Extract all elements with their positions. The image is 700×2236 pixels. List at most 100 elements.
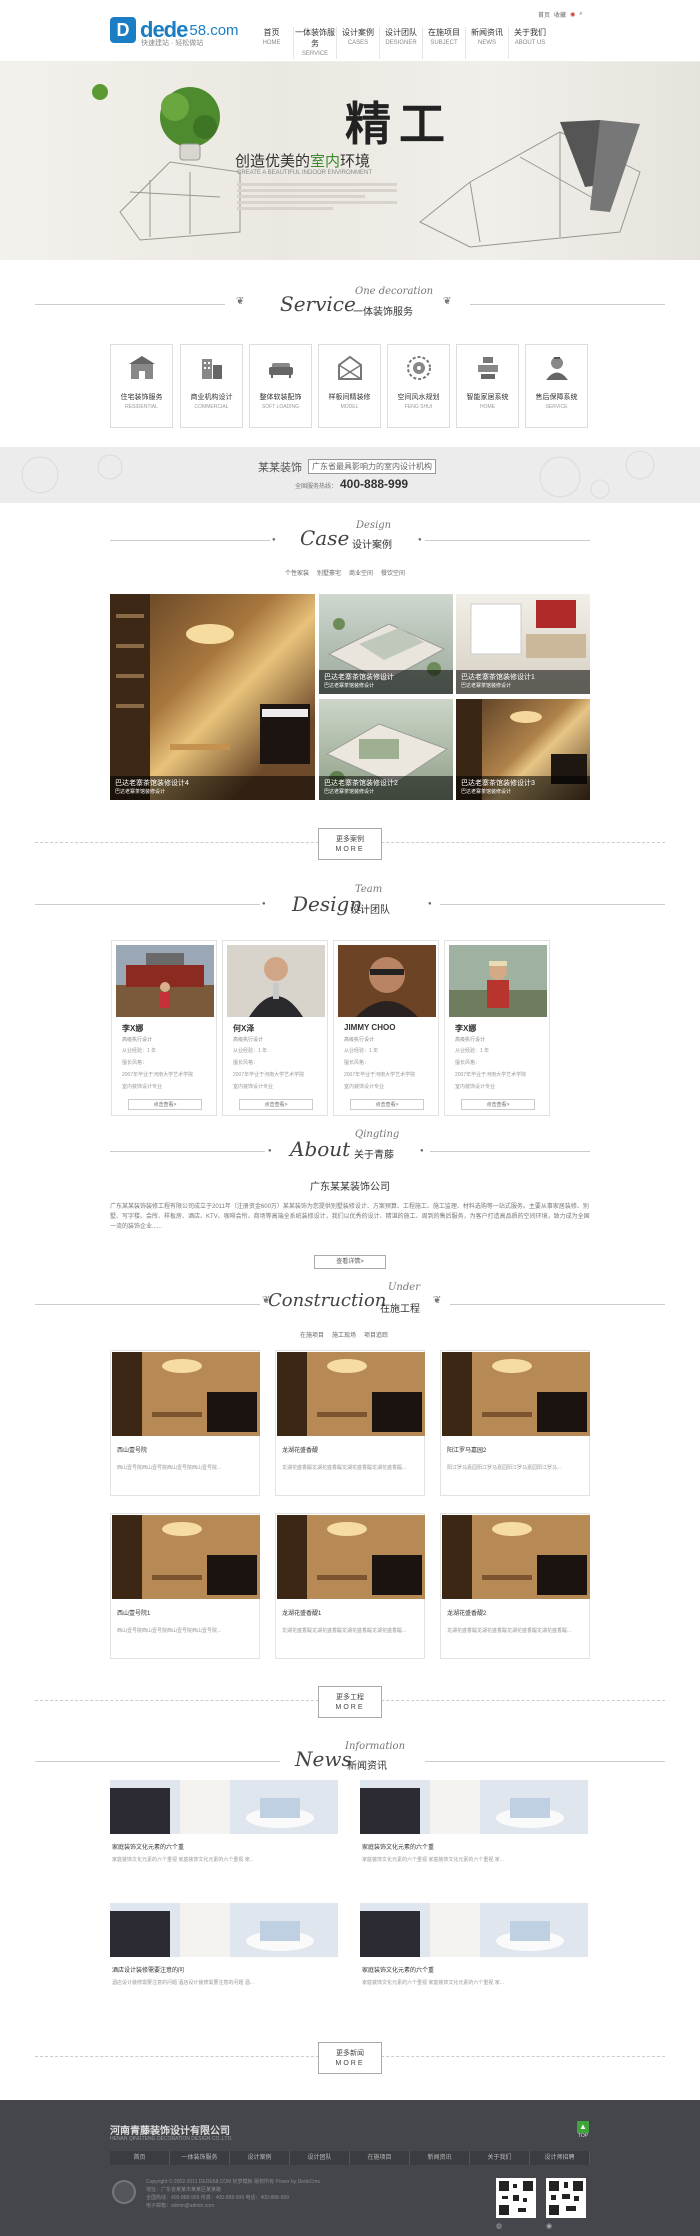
construction-filter[interactable]: 项目追踪	[364, 1330, 388, 1339]
nav-cases[interactable]: 设计案例 CASES	[336, 27, 379, 59]
section-title: 关于青藤	[354, 1150, 394, 1161]
divider	[35, 1761, 280, 1762]
more-label: 更多工程	[336, 1694, 364, 1701]
case-filter[interactable]: 餐饮空间	[381, 568, 405, 577]
footer-nav-item[interactable]: 设计团队	[290, 2151, 350, 2165]
news-item[interactable]: 家庭装饰文化元素的六个重 家庭装饰文化元素的六个重视 家庭装饰文化元素的六个重视…	[360, 1903, 588, 1993]
news-item[interactable]: 家庭装饰文化元素的六个重 家庭装饰文化元素的六个重视 家庭装饰文化元素的六个重视…	[360, 1780, 588, 1870]
case-card[interactable]: 巴达老寨茶馆装修设计3 巴达老寨茶馆装修设计	[456, 699, 590, 800]
case-card[interactable]: 巴达老寨茶馆装修设计1 巴达老寨茶馆装修设计	[456, 594, 590, 694]
footer-nav-item[interactable]: 首页	[110, 2151, 170, 2165]
about-company: 广东某某装饰公司	[310, 1182, 390, 1193]
member-detail: 2007年毕业于河南大学艺术学院	[455, 1072, 527, 1078]
project-photo	[277, 1352, 425, 1436]
nav-label-en: ABOUT US	[514, 40, 546, 46]
project-title: 西山壹号院	[117, 1448, 148, 1454]
weibo-footer-icon[interactable]: ◉	[546, 2222, 552, 2230]
wechat-icon[interactable]: ◍	[496, 2222, 502, 2230]
section-script: News	[295, 1747, 352, 1771]
nav-designer[interactable]: 设计团队 DESIGNER	[379, 27, 422, 59]
nav-label: 在施项目	[428, 28, 460, 37]
view-member-button[interactable]: 点击查看>	[350, 1099, 424, 1110]
logo-slogan: 快速建站 · 轻松做站	[141, 40, 204, 47]
news-summary: 酒店设计装修需要注意的问题 酒店设计装修需要注意的问题 酒...	[112, 1980, 254, 1986]
nav-subject[interactable]: 在施项目 SUBJECT	[422, 27, 465, 59]
section-script: Service	[280, 292, 356, 316]
nav-about[interactable]: 关于我们 ABOUT US	[508, 27, 551, 59]
team-card[interactable]: 李X娜 高级执行设计 从业经验：1 年 擅长风格： 2007年毕业于河南大学艺术…	[444, 940, 550, 1116]
banner-big-char: 精工	[345, 97, 453, 151]
topbar-home[interactable]: 首页	[538, 10, 550, 19]
project-photo	[112, 1515, 260, 1599]
topbar-fav[interactable]: 收藏	[554, 10, 566, 19]
case-filter[interactable]: 商业空间	[349, 568, 373, 577]
news-title: 家庭装饰文化元素的六个重	[112, 1845, 185, 1851]
project-photo	[112, 1352, 260, 1436]
case-card-large[interactable]: 巴达老寨茶馆装修设计4 巴达老寨茶馆装修设计	[110, 594, 315, 800]
footer-nav-item[interactable]: 设计案例	[230, 2151, 290, 2165]
member-role: 高级执行设计	[122, 1037, 153, 1043]
construction-filter[interactable]: 在施项目	[300, 1330, 324, 1339]
news-item[interactable]: 家庭装饰文化元素的六个重 家庭装饰文化元素的六个重视 家庭装饰文化元素的六个重视…	[110, 1780, 338, 1870]
footer-nav-item[interactable]: 一体装饰服务	[170, 2151, 230, 2165]
case-filter[interactable]: 个性家装	[285, 568, 309, 577]
more-cases-button[interactable]: 更多案例 MORE	[318, 828, 382, 860]
construction-filter[interactable]: 施工现场	[332, 1330, 356, 1339]
nav-service[interactable]: 一体装饰服务 SERVICE	[293, 27, 336, 59]
footer-nav-item[interactable]: 新闻资讯	[410, 2151, 470, 2165]
site-logo[interactable]: D dede 58.com 快速建站 · 轻松做站	[110, 14, 239, 47]
footer-nav-item[interactable]: 在施项目	[350, 2151, 410, 2165]
news-item[interactable]: 酒店设计装修需要注意的问 酒店设计装修需要注意的问题 酒店设计装修需要注意的问题…	[110, 1903, 338, 1993]
member-photo	[116, 945, 214, 1017]
service-card[interactable]: 整体软装配饰 SOFT LOADING	[249, 344, 312, 428]
nav-news[interactable]: 新闻资讯 NEWS	[465, 27, 508, 59]
weibo-icon[interactable]: ◉	[570, 11, 575, 18]
team-card[interactable]: JIMMY CHOO 高级执行设计 从业经验：1 年 擅长风格： 2007年毕业…	[333, 940, 439, 1116]
view-member-button[interactable]: 点击查看>	[239, 1099, 313, 1110]
service-card[interactable]: 售后保障系统 SERVICE	[525, 344, 588, 428]
more-projects-button[interactable]: 更多工程 MORE	[318, 1686, 382, 1718]
service-card[interactable]: 样板间精装修 MODEL	[318, 344, 381, 428]
hotline-number: 400-888-999	[340, 477, 409, 491]
about-text: 广东某某装饰装修工程有限公司成立于2011年（注册资金600万）某某装饰为您提供…	[110, 1204, 590, 1230]
team-card[interactable]: 李X娜 高级执行设计 从业经验：1 年 擅长风格： 2007年毕业于河南大学艺术…	[111, 940, 217, 1116]
nav-label-en: DESIGNER	[385, 40, 417, 46]
hotline-label: 全国服务热线：	[295, 484, 338, 490]
project-card[interactable]: 龙湖花盛香醍 龙湖花盛香醍龙湖花盛香醍龙湖花盛香醍龙湖花盛香醍...	[275, 1350, 425, 1496]
view-member-button[interactable]: 点击查看>	[461, 1099, 535, 1110]
service-card[interactable]: 空间风水规划 FENG SHUI	[387, 344, 450, 428]
back-to-top-button[interactable]: ▲ TOP	[576, 2121, 590, 2139]
service-label: 住宅装饰服务	[120, 394, 163, 401]
footer-nav-item[interactable]: 设计师招聘	[530, 2151, 590, 2165]
project-card[interactable]: 龙湖花盛香醍2 龙湖花盛香醍龙湖花盛香醍龙湖花盛香醍龙湖花盛香醍...	[440, 1513, 590, 1659]
footer-nav-item[interactable]: 关于我们	[470, 2151, 530, 2165]
case-filter[interactable]: 别墅豪宅	[317, 568, 341, 577]
case-card[interactable]: 巴达老寨茶馆装修设计2 巴达老寨茶馆装修设计	[319, 699, 453, 800]
member-detail: 擅长风格：	[344, 1060, 370, 1066]
member-photo	[338, 945, 436, 1017]
search-icon[interactable]: ⌕	[579, 11, 582, 18]
news-summary: 家庭装饰文化元素的六个重视 家庭装饰文化元素的六个重视 家...	[112, 1857, 254, 1863]
case-card[interactable]: 巴达老寨茶馆装修设计 巴达老寨茶馆装修设计	[319, 594, 453, 694]
project-card[interactable]: 阳江罗马嘉园2 阳江罗马嘉园阳江罗马嘉园阳江罗马嘉园阳江罗马...	[440, 1350, 590, 1496]
service-card[interactable]: 商业机构设计 COMMERCIAL	[180, 344, 243, 428]
project-card[interactable]: 西山壹号院1 西山壹号院西山壹号院西山壹号院西山壹号院...	[110, 1513, 260, 1659]
member-detail: 2007年毕业于河南大学艺术学院	[122, 1072, 194, 1078]
project-card[interactable]: 龙湖花盛香醍1 龙湖花盛香醍龙湖花盛香醍龙湖花盛香醍龙湖花盛香醍...	[275, 1513, 425, 1659]
project-title: 阳江罗马嘉园2	[447, 1448, 487, 1454]
service-label-en: FENG SHUI	[404, 404, 433, 410]
more-news-button[interactable]: 更多新闻 MORE	[318, 2042, 382, 2074]
case-filters: 个性家装 别墅豪宅 商业空间 餐饮空间	[285, 568, 405, 577]
about-heading: ● About Qingting 关于青藤 ●	[0, 1129, 700, 1167]
member-detail: 2007年毕业于河南大学艺术学院	[233, 1072, 305, 1078]
about-detail-button[interactable]: 查看详情>	[314, 1255, 386, 1269]
project-card[interactable]: 西山壹号院 西山壹号院西山壹号院西山壹号院西山壹号院...	[110, 1350, 260, 1496]
service-card[interactable]: 住宅装饰服务 RESIDENTIAL	[110, 344, 173, 428]
service-card[interactable]: 智能家居系统 HOME	[456, 344, 519, 428]
divider	[470, 304, 665, 305]
case-photo	[110, 594, 310, 800]
section-script: Construction	[268, 1290, 387, 1311]
team-card[interactable]: 何X泽 高级执行设计 从业经验：1 年 擅长风格： 2007年毕业于河南大学艺术…	[222, 940, 328, 1116]
view-member-button[interactable]: 点击查看>	[128, 1099, 202, 1110]
nav-home[interactable]: 首页 HOME	[250, 27, 293, 59]
